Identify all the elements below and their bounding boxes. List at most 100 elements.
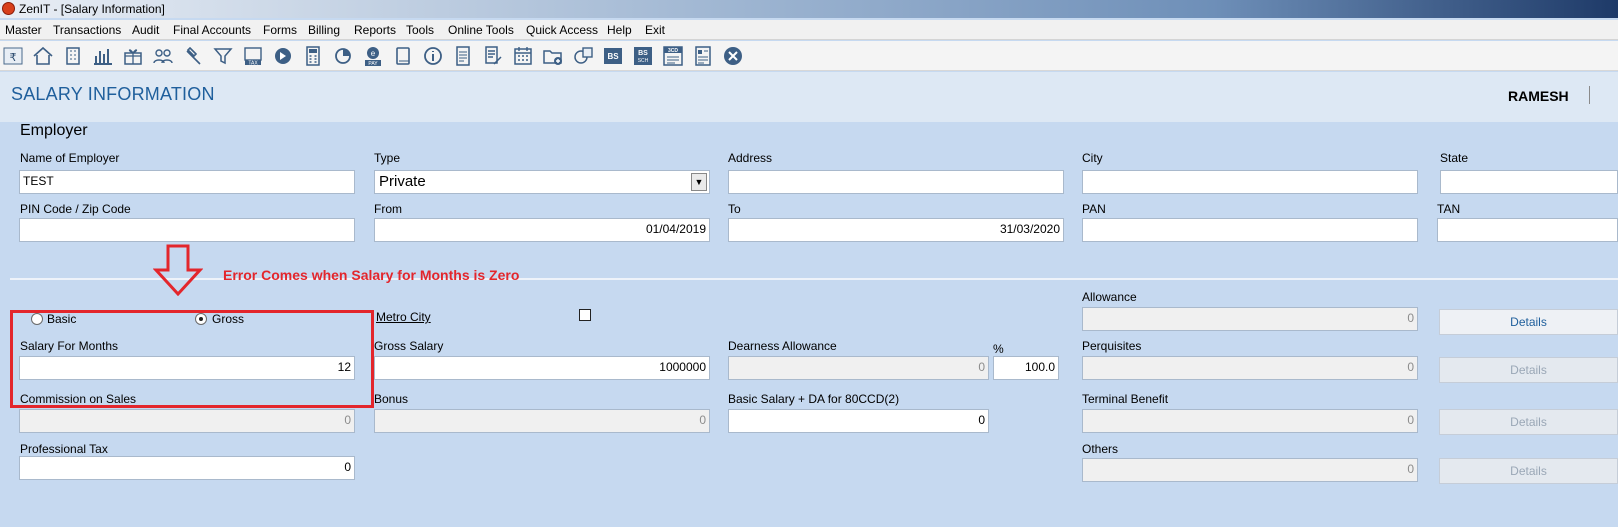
state-label: State bbox=[1440, 151, 1469, 165]
app-logo-icon bbox=[2, 2, 15, 15]
type-label: Type bbox=[374, 151, 401, 165]
book-icon[interactable] bbox=[391, 45, 415, 67]
name-of-employer-label: Name of Employer bbox=[20, 151, 120, 165]
perquisites-field: 0 bbox=[1082, 356, 1418, 380]
svg-text:BS: BS bbox=[607, 52, 619, 61]
state-field[interactable] bbox=[1440, 170, 1618, 194]
menu-reports[interactable]: Reports bbox=[354, 23, 396, 37]
to-date-field[interactable]: 31/03/2020 bbox=[728, 218, 1064, 242]
annotation-text: Error Comes when Salary for Months is Ze… bbox=[223, 267, 520, 283]
allowance-details-button[interactable]: Details bbox=[1439, 309, 1618, 335]
commission-on-sales-field: 0 bbox=[19, 409, 355, 433]
terminal-benefit-field: 0 bbox=[1082, 409, 1418, 433]
terminal-benefit-label: Terminal Benefit bbox=[1082, 392, 1169, 406]
building-icon[interactable] bbox=[61, 45, 85, 67]
gross-salary-field[interactable]: 1000000 bbox=[374, 356, 710, 380]
menu-bar: Master Transactions Audit Final Accounts… bbox=[0, 20, 1618, 40]
bonus-field: 0 bbox=[374, 409, 710, 433]
basic-da-80ccd-field[interactable]: 0 bbox=[728, 409, 989, 433]
address-field[interactable] bbox=[728, 170, 1064, 194]
pin-code-field[interactable] bbox=[19, 218, 355, 242]
pan-field[interactable] bbox=[1082, 218, 1418, 242]
user-name: RAMESH bbox=[1508, 88, 1569, 104]
to-label: To bbox=[728, 202, 741, 216]
pan-label: PAN bbox=[1082, 202, 1106, 216]
svg-text:PAY: PAY bbox=[368, 61, 378, 67]
svg-text:BS: BS bbox=[638, 50, 648, 57]
basic-da-80ccd-label: Basic Salary + DA for 80CCD(2) bbox=[728, 392, 900, 406]
tax-icon[interactable]: TAX bbox=[241, 45, 265, 67]
dearness-allowance-label: Dearness Allowance bbox=[728, 339, 837, 353]
metro-city-checkbox[interactable] bbox=[579, 309, 591, 321]
menu-exit[interactable]: Exit bbox=[645, 23, 665, 37]
down-arrow-annotation-icon bbox=[153, 244, 203, 296]
menu-final-accounts[interactable]: Final Accounts bbox=[173, 23, 251, 37]
menu-help[interactable]: Help bbox=[607, 23, 632, 37]
menu-transactions[interactable]: Transactions bbox=[53, 23, 121, 37]
gavel-icon[interactable] bbox=[181, 45, 205, 67]
home-icon[interactable] bbox=[31, 45, 55, 67]
from-date-field[interactable]: 01/04/2019 bbox=[374, 218, 710, 242]
perquisites-label: Perquisites bbox=[1082, 339, 1142, 353]
document-edit-icon[interactable] bbox=[481, 45, 505, 67]
address-label: Address bbox=[728, 151, 773, 165]
menu-audit[interactable]: Audit bbox=[132, 23, 159, 37]
calculator-icon[interactable] bbox=[301, 45, 325, 67]
gift-icon[interactable] bbox=[121, 45, 145, 67]
city-field[interactable] bbox=[1082, 170, 1418, 194]
menu-quick-access[interactable]: Quick Access bbox=[526, 23, 598, 37]
users-icon[interactable] bbox=[151, 45, 175, 67]
city-label: City bbox=[1082, 151, 1103, 165]
others-field: 0 bbox=[1082, 458, 1418, 482]
percent-label: % bbox=[993, 342, 1004, 356]
window-title: ZenIT - [Salary Information] bbox=[19, 2, 165, 16]
bar-chart-icon[interactable] bbox=[91, 45, 115, 67]
tan-field[interactable] bbox=[1437, 218, 1618, 242]
gross-salary-label: Gross Salary bbox=[374, 339, 444, 353]
metro-city-label: Metro City bbox=[376, 310, 431, 324]
rupee-book-icon[interactable]: ₹ bbox=[1, 45, 25, 67]
filter-icon[interactable] bbox=[211, 45, 235, 67]
svg-text:e: e bbox=[371, 49, 376, 58]
bonus-label: Bonus bbox=[374, 392, 409, 406]
menu-billing[interactable]: Billing bbox=[308, 23, 340, 37]
header-separator bbox=[1589, 86, 1590, 104]
menu-master[interactable]: Master bbox=[5, 23, 42, 37]
from-label: From bbox=[374, 202, 402, 216]
pin-code-label: PIN Code / Zip Code bbox=[20, 202, 131, 216]
3cd-icon[interactable]: 3CD bbox=[661, 45, 685, 67]
close-icon[interactable] bbox=[721, 45, 745, 67]
svg-text:TAX: TAX bbox=[248, 61, 258, 67]
bs-sch-icon[interactable]: BS SCH bbox=[631, 45, 655, 67]
menu-forms[interactable]: Forms bbox=[263, 23, 297, 37]
professional-tax-label: Professional Tax bbox=[20, 442, 108, 456]
bs-icon[interactable]: BS bbox=[601, 45, 625, 67]
pie-icon[interactable] bbox=[331, 45, 355, 67]
report-icon[interactable] bbox=[691, 45, 715, 67]
employer-section-title: Employer bbox=[20, 122, 88, 139]
document-icon[interactable] bbox=[451, 45, 475, 67]
chevron-down-icon[interactable]: ▼ bbox=[691, 173, 707, 191]
toolbar: ₹ TAX e PAY BS BS SCH 3CD bbox=[0, 41, 1618, 71]
calendar-icon[interactable] bbox=[511, 45, 535, 67]
pay-icon[interactable]: e PAY bbox=[361, 45, 385, 67]
da-percent-field[interactable]: 100.0 bbox=[993, 356, 1059, 380]
annotation-highlight-box bbox=[10, 310, 374, 408]
title-bar: ZenIT - [Salary Information] bbox=[0, 0, 1618, 18]
svg-text:3CD: 3CD bbox=[668, 48, 678, 54]
others-details-button[interactable]: Details bbox=[1439, 458, 1618, 484]
professional-tax-field[interactable]: 0 bbox=[19, 456, 355, 480]
terminal-benefit-details-button[interactable]: Details bbox=[1439, 409, 1618, 435]
copy-icon[interactable] bbox=[571, 45, 595, 67]
menu-tools[interactable]: Tools bbox=[406, 23, 434, 37]
type-selected-value: Private bbox=[379, 173, 426, 190]
perquisites-details-button[interactable]: Details bbox=[1439, 357, 1618, 383]
name-of-employer-field[interactable]: TEST bbox=[19, 170, 355, 194]
page-header: SALARY INFORMATION RAMESH bbox=[0, 72, 1618, 122]
folder-add-icon[interactable] bbox=[541, 45, 565, 67]
info-icon[interactable] bbox=[421, 45, 445, 67]
arrow-circle-icon[interactable] bbox=[271, 45, 295, 67]
menu-online-tools[interactable]: Online Tools bbox=[448, 23, 514, 37]
type-select[interactable]: Private ▼ bbox=[374, 170, 710, 194]
others-label: Others bbox=[1082, 442, 1119, 456]
